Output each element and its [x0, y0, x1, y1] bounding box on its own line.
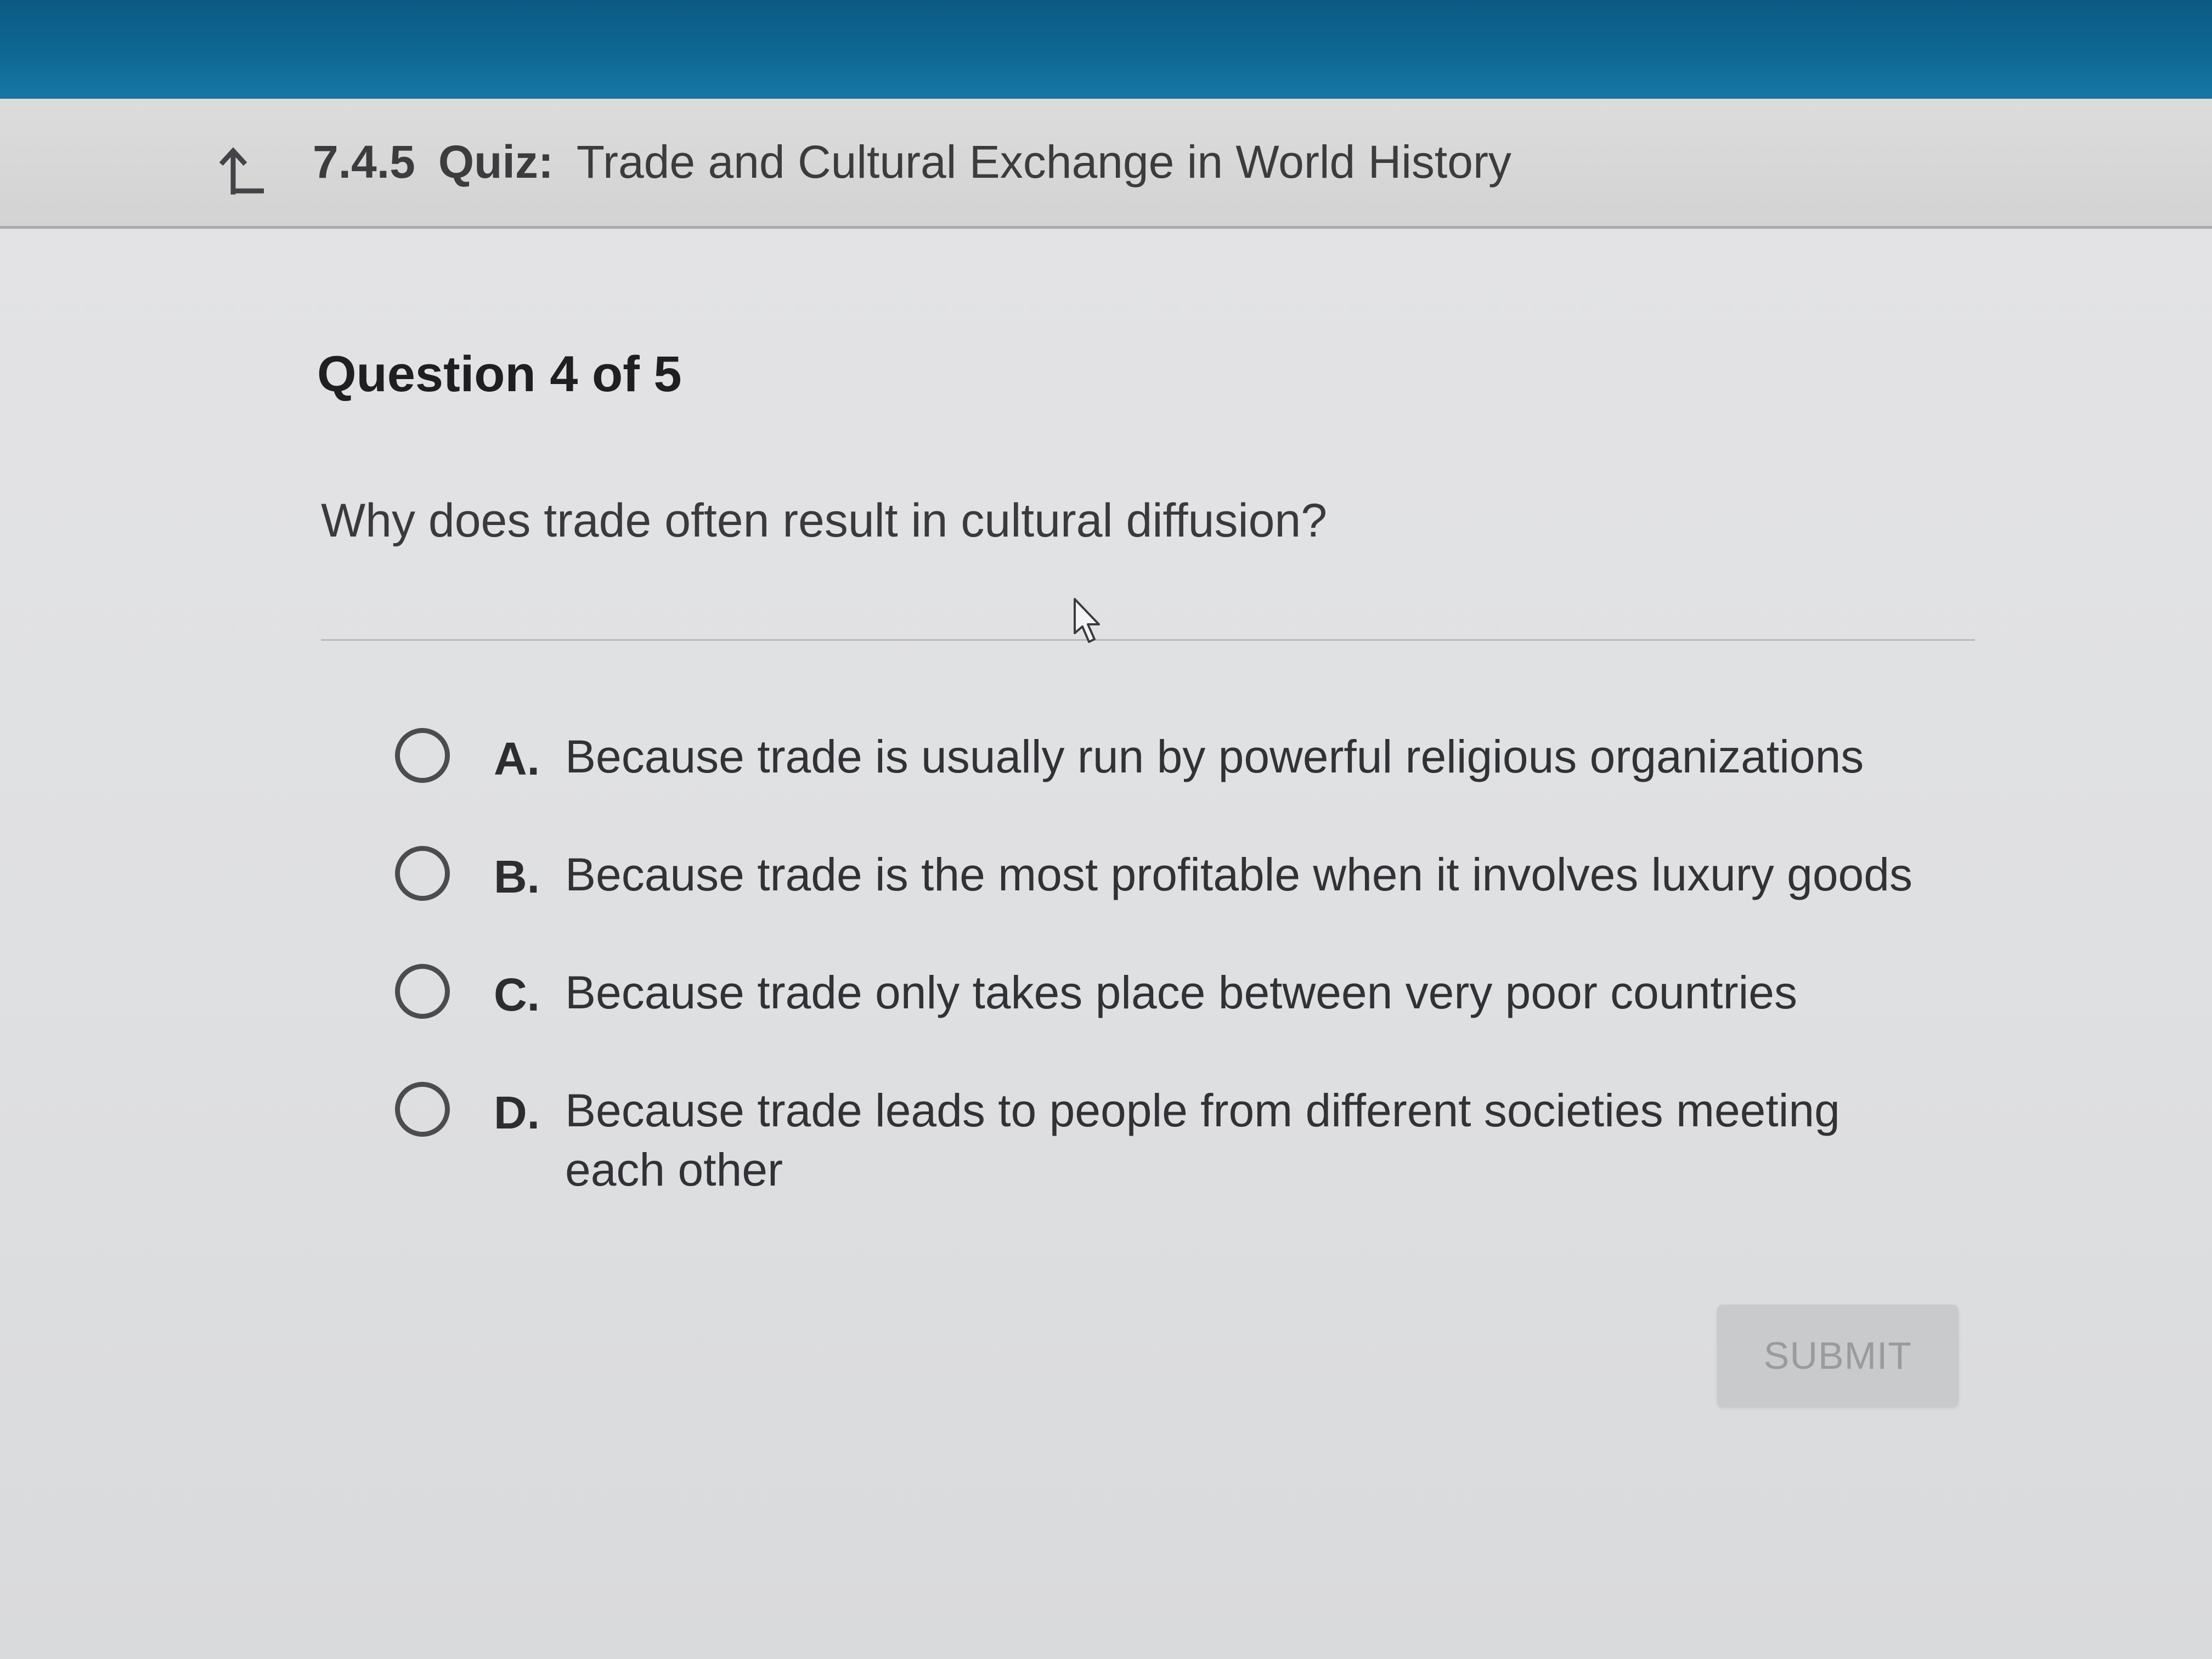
- radio-button-a[interactable]: [395, 728, 450, 783]
- option-text-a: Because trade is usually run by powerful…: [565, 731, 1864, 782]
- option-text-b: Because trade is the most profitable whe…: [565, 849, 1912, 900]
- option-letter-d: D.: [494, 1087, 540, 1138]
- radio-button-c[interactable]: [395, 964, 450, 1019]
- radio-button-b[interactable]: [395, 846, 450, 901]
- mouse-cursor-icon: [1074, 598, 1100, 643]
- question-divider: [321, 639, 1975, 641]
- option-text-c: Because trade only takes place between v…: [565, 967, 1797, 1018]
- option-letter-a: A.: [494, 733, 540, 785]
- answer-option-a[interactable]: A. Because trade is usually run by power…: [395, 728, 1937, 786]
- quiz-type-label: Quiz:: [438, 136, 554, 188]
- quiz-title: 7.4.5 Quiz: Trade and Cultural Exchange …: [313, 132, 1511, 192]
- option-letter-c: C.: [494, 969, 540, 1020]
- question-counter: Question 4 of 5: [317, 346, 682, 402]
- submit-button[interactable]: SUBMIT: [1717, 1305, 1959, 1406]
- radio-button-d[interactable]: [395, 1082, 450, 1137]
- answer-option-d[interactable]: D. Because trade leads to people from di…: [395, 1082, 1937, 1199]
- question-prompt: Why does trade often result in cultural …: [321, 494, 1328, 547]
- option-letter-b: B.: [494, 851, 540, 902]
- quiz-content-area: [0, 229, 2212, 1659]
- browser-top-band: [0, 0, 2212, 104]
- answer-option-b[interactable]: B. Because trade is the most profitable …: [395, 846, 1937, 904]
- lesson-number: 7.4.5: [313, 136, 415, 188]
- quiz-title-text: Trade and Cultural Exchange in World His…: [576, 136, 1511, 188]
- answer-option-c[interactable]: C. Because trade only takes place betwee…: [395, 964, 1937, 1022]
- option-text-d: Because trade leads to people from diffe…: [565, 1085, 1840, 1195]
- back-arrow-icon[interactable]: [211, 140, 266, 195]
